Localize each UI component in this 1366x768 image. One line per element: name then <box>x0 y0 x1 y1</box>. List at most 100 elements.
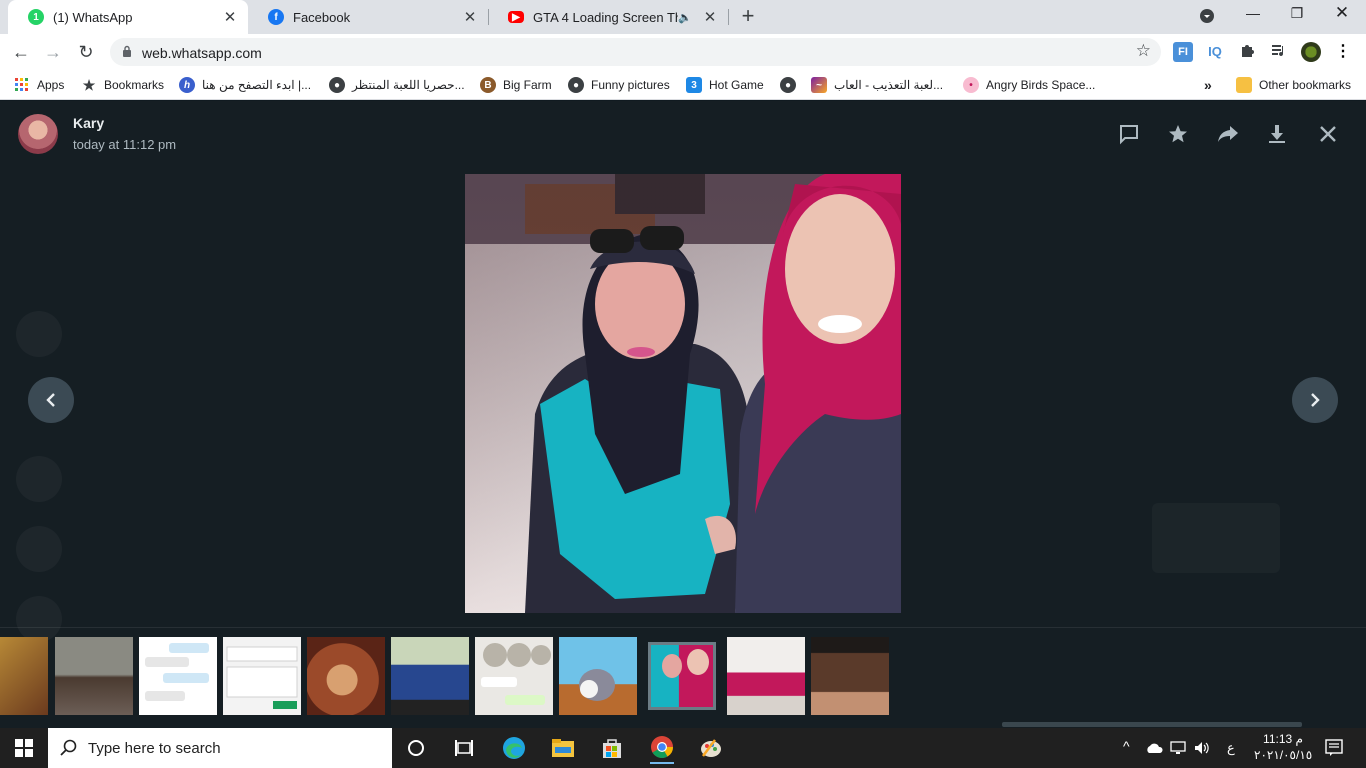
tray-overflow-icon[interactable]: ^ <box>1123 738 1130 754</box>
extension-iq-icon[interactable]: IQ <box>1205 42 1225 62</box>
notifications-icon[interactable] <box>1325 739 1343 760</box>
tab-title: GTA 4 Loading Screen Theme <box>533 9 678 25</box>
media-control-icon[interactable] <box>1269 42 1289 62</box>
close-icon[interactable] <box>1315 121 1341 147</box>
clock-date: ٢٠٢١/٠٥/١٥ <box>1254 748 1313 762</box>
address-bar[interactable]: web.whatsapp.com ☆ <box>110 38 1161 66</box>
sender-name: Kary <box>73 115 105 131</box>
bookmark-apps[interactable]: Apps <box>14 76 64 94</box>
sender-avatar <box>18 114 58 154</box>
minimize-button[interactable]: — <box>1242 5 1264 21</box>
bookmark-label: لعبة التعذيب - العاب... <box>834 78 944 92</box>
bookmark-label: Hot Game <box>709 78 764 92</box>
next-media-button[interactable] <box>1292 377 1338 423</box>
forward-icon[interactable] <box>1215 121 1241 147</box>
bookmark-globe[interactable]: ● <box>780 76 803 94</box>
reload-button[interactable]: ↻ <box>75 41 97 63</box>
media-thumbnail-strip <box>0 627 1366 728</box>
tab-search-icon[interactable] <box>1196 8 1218 27</box>
bookmark-star-icon[interactable]: ☆ <box>1136 41 1151 61</box>
tab-title: (1) WhatsApp <box>53 9 133 25</box>
close-tab-icon[interactable]: ✕ <box>222 8 238 26</box>
search-icon <box>60 739 77 756</box>
paint-icon[interactable] <box>699 736 723 760</box>
input-language-indicator[interactable]: ع <box>1227 740 1235 756</box>
bookmark-angry-birds[interactable]: • Angry Birds Space... <box>963 76 1095 94</box>
background-avatar <box>16 526 62 572</box>
media-thumbnail[interactable] <box>139 637 217 715</box>
download-icon[interactable] <box>1264 121 1290 147</box>
media-thumbnail-selected[interactable] <box>648 642 716 710</box>
bookmark-bookmarks[interactable]: ★ Bookmarks <box>81 76 164 94</box>
whatsapp-icon: 1 <box>28 9 44 25</box>
media-thumbnail[interactable] <box>0 637 48 715</box>
sender-info[interactable]: Kary today at 11:12 pm <box>18 114 176 154</box>
bookmark-big-farm[interactable]: B Big Farm <box>480 76 552 94</box>
background-avatar <box>16 311 62 357</box>
forward-button[interactable]: → <box>42 41 64 63</box>
bookmarks-overflow-button[interactable]: » <box>1204 76 1212 94</box>
profile-avatar[interactable] <box>1301 42 1321 62</box>
start-button[interactable] <box>0 728 48 768</box>
edge-browser-icon[interactable] <box>502 736 526 760</box>
bookmark-label: Other bookmarks <box>1259 78 1352 92</box>
search-placeholder: Type here to search <box>88 740 221 757</box>
speaker-icon[interactable]: 🔈 <box>678 11 692 24</box>
star-icon[interactable] <box>1165 121 1191 147</box>
microsoft-store-icon[interactable] <box>600 736 624 760</box>
taskbar-search-box[interactable]: Type here to search <box>48 728 392 768</box>
other-bookmarks[interactable]: Other bookmarks <box>1236 76 1351 94</box>
sent-time: today at 11:12 pm <box>73 137 177 152</box>
menu-kebab-icon[interactable]: ⋮ <box>1333 42 1353 62</box>
media-thumbnail[interactable] <box>223 637 301 715</box>
close-tab-icon[interactable]: ✕ <box>462 8 478 26</box>
volume-icon[interactable] <box>1194 740 1210 759</box>
bookmark-funny-pictures[interactable]: ● Funny pictures <box>568 76 670 94</box>
bookmark-arabic-game[interactable]: ~ لعبة التعذيب - العاب... <box>811 76 943 94</box>
previous-media-button[interactable] <box>28 377 74 423</box>
extensions-puzzle-icon[interactable] <box>1237 42 1257 62</box>
taskbar-clock[interactable]: 11:13 م ٢٠٢١/٠٥/١٥ <box>1254 731 1312 763</box>
lock-icon <box>123 45 131 57</box>
restore-button[interactable]: ❐ <box>1286 5 1308 22</box>
tab-youtube[interactable]: ▶ GTA 4 Loading Screen Theme 🔈 ✕ <box>488 0 728 34</box>
media-thumbnail[interactable] <box>475 637 553 715</box>
file-explorer-icon[interactable] <box>551 736 575 760</box>
tab-facebook[interactable]: f Facebook ✕ <box>248 0 488 34</box>
close-tab-icon[interactable]: ✕ <box>702 8 718 26</box>
background-avatar <box>16 456 62 502</box>
bigfarm-icon: B <box>480 77 496 93</box>
media-thumbnail[interactable] <box>727 637 805 715</box>
bookmark-label: Funny pictures <box>591 78 670 92</box>
media-thumbnail[interactable] <box>559 637 637 715</box>
bookmark-hot-game[interactable]: 3 Hot Game <box>686 76 764 94</box>
new-tab-button[interactable]: + <box>737 5 759 28</box>
three-icon: 3 <box>686 77 702 93</box>
reply-icon[interactable] <box>1116 121 1142 147</box>
clock-time: 11:13 م <box>1263 732 1303 746</box>
globe-icon: ● <box>780 77 796 93</box>
media-thumbnail[interactable] <box>391 637 469 715</box>
task-view-icon[interactable] <box>452 736 476 760</box>
background-panel <box>1152 503 1280 573</box>
bookmark-label: Apps <box>37 78 65 92</box>
h-icon: h <box>179 77 195 93</box>
chrome-icon[interactable] <box>650 732 674 764</box>
cortana-icon[interactable] <box>404 736 428 760</box>
onedrive-cloud-icon[interactable] <box>1145 742 1163 757</box>
close-window-button[interactable]: ✕ <box>1331 3 1353 23</box>
windows-taskbar: Type here to search ^ ع 11:13 م ٢٠٢١/٠٥/… <box>0 728 1366 768</box>
media-thumbnail[interactable] <box>307 637 385 715</box>
extension-fi-icon[interactable]: FI <box>1173 42 1193 62</box>
media-thumbnail[interactable] <box>811 637 889 715</box>
bookmarks-bar: Apps ★ Bookmarks h ابدء التصفح من هنا |.… <box>0 70 1366 100</box>
tab-title: Facebook <box>293 9 351 25</box>
media-thumbnail[interactable] <box>55 637 133 715</box>
thumbnail-scrollbar[interactable] <box>1002 722 1302 727</box>
bookmark-arabic-2[interactable]: ● حصريا اللعبة المنتظر... <box>329 76 465 94</box>
tab-separator <box>728 9 729 25</box>
network-icon[interactable] <box>1170 741 1186 758</box>
back-button[interactable]: ← <box>10 41 32 63</box>
tab-whatsapp[interactable]: 1 (1) WhatsApp ✕ <box>8 0 248 34</box>
bookmark-arabic-1[interactable]: h ابدء التصفح من هنا |... <box>179 76 311 94</box>
